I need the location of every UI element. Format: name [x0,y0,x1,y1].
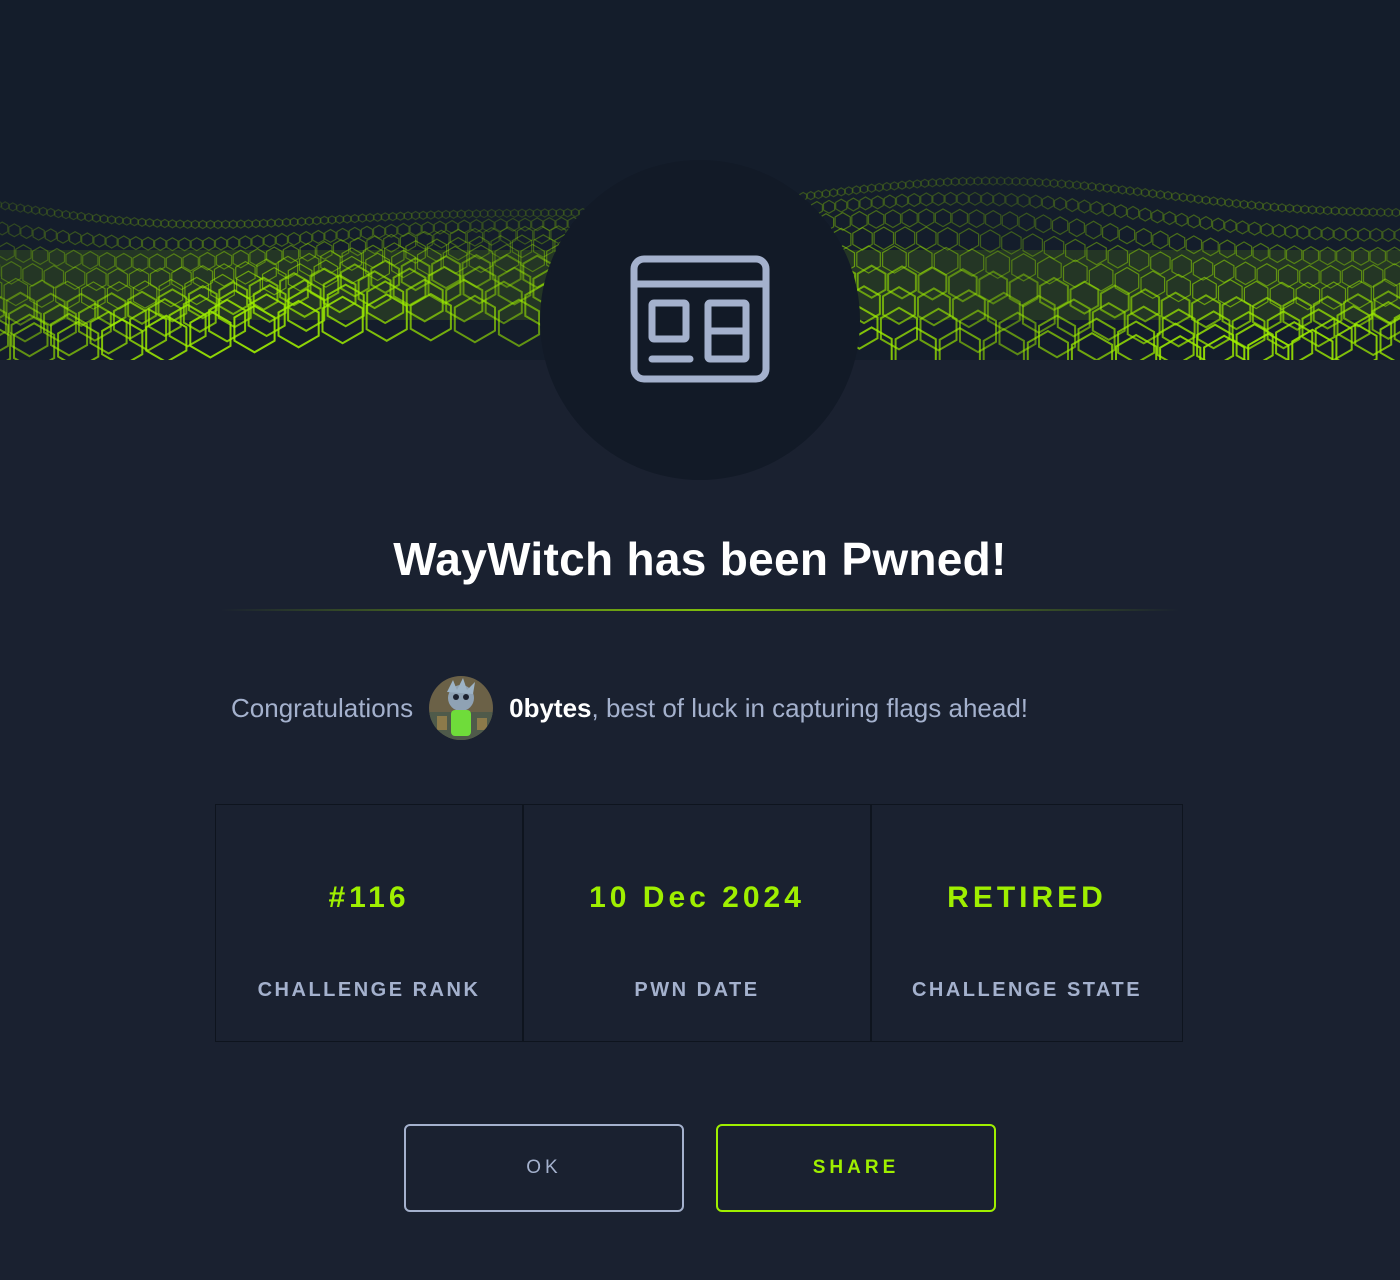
user-avatar[interactable] [429,676,494,740]
congrats-message: Congratulations 0bytes , best of luck in… [231,676,1028,740]
challenge-icon-badge [540,160,860,480]
congrats-prefix: Congratulations [231,692,414,723]
stat-value: 10 Dec 2024 [589,881,805,914]
stat-label: CHALLENGE RANK [257,979,481,1001]
share-button[interactable]: SHARE [716,1124,996,1212]
title-divider [220,609,1180,611]
stat-label: CHALLENGE STATE [911,979,1143,1001]
stat-value: #116 [328,881,410,914]
web-layout-icon [630,255,770,383]
stat-label: PWN DATE [634,979,760,1001]
stats-panel: #116 CHALLENGE RANK 10 Dec 2024 PWN DATE… [215,804,1183,1042]
stat-value: RETIRED [947,881,1107,914]
ok-button[interactable]: OK [404,1124,684,1212]
stat-challenge-rank: #116 CHALLENGE RANK [216,805,524,1041]
page-title: WayWitch has been Pwned! [393,533,1007,585]
stat-challenge-state: RETIRED CHALLENGE STATE [872,805,1182,1041]
congrats-suffix: , best of luck in capturing flags ahead! [591,692,1029,723]
avatar-image [429,676,494,740]
stat-pwn-date: 10 Dec 2024 PWN DATE [524,805,872,1041]
username[interactable]: 0bytes [509,693,591,724]
